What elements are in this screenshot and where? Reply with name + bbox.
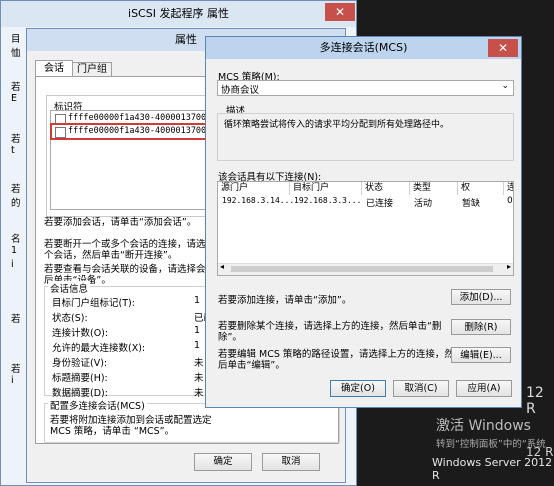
- left-char: i: [11, 259, 14, 270]
- mcs-text-2: MCS 策略，请单击 “MCS”。: [50, 426, 175, 437]
- chevron-down-icon: ⌄: [501, 81, 509, 91]
- cell-weight: 暂缺: [462, 199, 481, 209]
- windows-version: Windows Server 2012 R: [432, 456, 553, 482]
- tab-sessions[interactable]: 会话: [35, 60, 73, 77]
- cell-target: 192.168.3.3...: [294, 196, 362, 205]
- scroll-left-icon[interactable]: ◂: [220, 262, 224, 271]
- session-info-value: 1: [194, 295, 201, 306]
- left-char: E: [11, 93, 18, 104]
- add-connection-button[interactable]: 添加(D)...: [451, 289, 511, 305]
- scrollbar-thumb[interactable]: [231, 266, 493, 272]
- session-info-label: 身份验证(V):: [52, 358, 108, 369]
- tab-portal-groups-label: 门户组: [77, 64, 107, 75]
- column-source-portal[interactable]: 源门户: [218, 182, 290, 195]
- desktop-side-text-1: 12 R: [526, 385, 544, 417]
- left-char: 目: [11, 34, 21, 45]
- add-session-text: 若要添加会话，请单击“添加会话”。: [44, 217, 197, 228]
- description-text: 循环策略尝试将传入的请求平均分配到所有处理路径中。: [224, 120, 450, 130]
- session-info-value: 1: [194, 340, 201, 351]
- left-char: 若: [11, 82, 21, 93]
- session-info-label: 标题摘要(H):: [52, 373, 108, 384]
- session-info-label: 目标门户组标记(T):: [52, 298, 135, 309]
- iscsi-title-bar[interactable]: iSCSI 发起程序 属性: [1, 1, 356, 27]
- cell-connection: 0: [507, 196, 513, 206]
- mcs-apply-button[interactable]: 应用(A): [456, 380, 512, 397]
- left-char: 名: [11, 234, 21, 245]
- tab-sessions-label: 会话: [44, 63, 64, 74]
- left-char: 若: [11, 364, 21, 375]
- session-info-value: 1: [194, 325, 201, 336]
- mcs-title: 多连接会话(MCS): [319, 41, 408, 54]
- iscsi-close-button[interactable]: ✕: [325, 3, 355, 21]
- cell-source: 192.168.3.14...: [222, 196, 295, 205]
- connections-table[interactable]: 源门户 目标门户 状态 类型 权 连 192.168.3.14... 192.1…: [217, 181, 514, 276]
- session-info-value: 未: [194, 388, 204, 399]
- properties-ok-button[interactable]: 确定: [194, 453, 252, 471]
- edit-connection-button[interactable]: 编辑(E)...: [451, 347, 511, 363]
- session-info-label: 状态(S):: [52, 313, 88, 324]
- mcs-title-bar[interactable]: 多连接会话(MCS): [206, 37, 521, 59]
- table-row[interactable]: 192.168.3.14... 192.168.3.3... 已连接 活动 暂缺…: [218, 196, 513, 209]
- mcs-group-title: 配置多连接会话(MCS): [48, 398, 147, 412]
- iscsi-left-strip: 目 恤 若 E 若 t 若 的 名 1 i 若 若 i: [9, 31, 25, 481]
- mcs-ok-button[interactable]: 确定(O): [330, 380, 386, 397]
- column-target-portal[interactable]: 目标门户: [290, 182, 362, 195]
- session-info-title: 会话信息: [48, 281, 91, 295]
- column-type[interactable]: 类型: [410, 182, 458, 195]
- remove-connection-text-2: 除”。: [218, 332, 242, 343]
- edit-policy-text-2: 后单击“编辑”。: [218, 360, 285, 371]
- column-weight[interactable]: 权: [458, 182, 504, 195]
- mcs-dialog: 多连接会话(MCS) ✕ MCS 策略(M): 协商会议 ⌄ 描述 循环策略尝试…: [205, 36, 522, 408]
- tab-portal-groups[interactable]: 门户组: [72, 62, 112, 77]
- cell-type: 活动: [414, 199, 433, 209]
- cell-status: 已连接: [366, 199, 394, 209]
- policy-value: 协商会议: [221, 85, 260, 96]
- left-char: t: [11, 145, 15, 156]
- activate-windows-title: 激活 Windows: [436, 418, 531, 434]
- session-info-value: 未: [194, 373, 204, 384]
- properties-cancel-button[interactable]: 取消: [262, 453, 320, 471]
- scroll-right-icon[interactable]: ▸: [507, 262, 511, 271]
- column-connection[interactable]: 连: [504, 182, 513, 195]
- description-box: 循环策略尝试将传入的请求平均分配到所有处理路径中。: [217, 113, 514, 161]
- mcs-close-button[interactable]: ✕: [488, 39, 518, 57]
- left-char: 恤: [11, 48, 21, 59]
- session-info-label: 数据摘要(D):: [52, 388, 108, 399]
- left-char: 若: [11, 134, 21, 145]
- mcs-cancel-button[interactable]: 取消(C): [393, 380, 449, 397]
- add-connection-text: 若要添加连接，请单击“添加”。: [218, 295, 352, 306]
- remove-connection-button[interactable]: 删除(R): [451, 319, 511, 335]
- left-char: i: [11, 375, 14, 386]
- session-info-label: 连接计数(O):: [52, 328, 109, 339]
- horizontal-scrollbar[interactable]: ◂ ▸: [218, 262, 513, 275]
- iscsi-window-title: iSCSI 发起程序 属性: [128, 7, 229, 20]
- disconnect-text-2: 个会话，然后单击“断开连接”。: [44, 250, 178, 261]
- session-info-label: 允许的最大连接数(X):: [52, 343, 146, 354]
- policy-select[interactable]: 协商会议 ⌄: [217, 80, 514, 96]
- left-char: 若: [11, 314, 21, 325]
- properties-title: 属性: [175, 33, 197, 46]
- column-status[interactable]: 状态: [362, 182, 410, 195]
- left-char: 1: [11, 245, 18, 256]
- left-char: 的: [11, 198, 21, 209]
- left-char: 若: [11, 184, 21, 195]
- remove-connection-text-1: 若要删除某个连接，请选择上方的连接，然后单击“删: [218, 321, 442, 332]
- session-info-value: 未: [194, 358, 204, 369]
